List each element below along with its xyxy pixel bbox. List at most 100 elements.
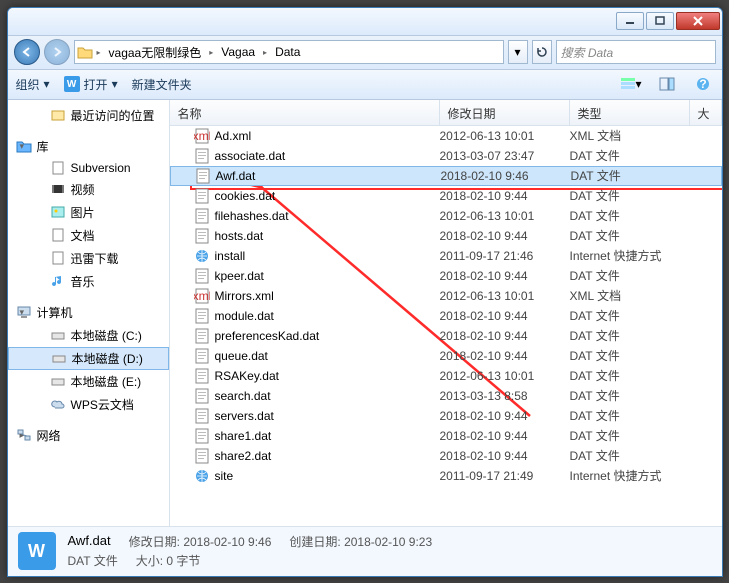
recent-icon xyxy=(50,108,66,122)
breadcrumb[interactable]: ▸ vagaa无限制绿色 ▸ Vagaa ▸ Data xyxy=(74,40,504,64)
sidebar-header-computer[interactable]: ▾计算机 xyxy=(8,301,169,324)
file-row[interactable]: hosts.dat2018-02-10 9:44DAT 文件 xyxy=(170,226,722,246)
file-type: DAT 文件 xyxy=(570,227,720,244)
drive-icon xyxy=(51,351,67,365)
sidebar-item-drive-d[interactable]: 本地磁盘 (D:) xyxy=(8,347,169,370)
file-date: 2018-02-10 9:44 xyxy=(440,189,570,203)
doc-icon xyxy=(50,228,66,242)
minimize-button[interactable] xyxy=(616,12,644,30)
sidebar-item-wps[interactable]: WPS云文档 xyxy=(8,393,169,416)
sidebar-item-drive-e[interactable]: 本地磁盘 (E:) xyxy=(8,370,169,393)
drive-icon xyxy=(50,374,66,388)
file-row[interactable]: servers.dat2018-02-10 9:44DAT 文件 xyxy=(170,406,722,426)
organize-menu[interactable]: 组织 ▾ xyxy=(16,76,50,93)
navigation-pane[interactable]: 最近访问的位置 ▾库 Subversion 视频 图片 文档 迅雷下载 音乐 ▾… xyxy=(8,100,170,526)
file-row[interactable]: share1.dat2018-02-10 9:44DAT 文件 xyxy=(170,426,722,446)
crumb-1[interactable]: Vagaa xyxy=(217,45,259,59)
doc-icon xyxy=(50,161,66,175)
help-button[interactable]: ? xyxy=(692,73,714,95)
status-size: 0 字节 xyxy=(166,554,200,568)
maximize-button[interactable] xyxy=(646,12,674,30)
sidebar-header-network[interactable]: ▸网络 xyxy=(8,424,169,447)
file-date: 2018-02-10 9:44 xyxy=(440,449,570,463)
crumb-0[interactable]: vagaa无限制绿色 xyxy=(105,44,206,61)
chevron-right-icon: ▸ xyxy=(97,48,101,57)
column-size[interactable]: 大 xyxy=(690,100,722,125)
column-date[interactable]: 修改日期 xyxy=(440,100,570,125)
file-icon xyxy=(194,448,210,464)
file-name: associate.dat xyxy=(215,149,286,163)
svg-text:xml: xml xyxy=(194,129,210,143)
file-icon xyxy=(194,328,210,344)
expand-icon[interactable]: ▾ xyxy=(20,307,25,318)
file-row[interactable]: kpeer.dat2018-02-10 9:44DAT 文件 xyxy=(170,266,722,286)
chevron-right-icon: ▸ xyxy=(263,48,267,57)
view-options-button[interactable]: ▾ xyxy=(620,73,642,95)
file-row[interactable]: RSAKey.dat2012-06-13 10:01DAT 文件 xyxy=(170,366,722,386)
close-button[interactable] xyxy=(676,12,720,30)
toolbar: 组织 ▾ W 打开 ▾ 新建文件夹 ▾ ? xyxy=(8,70,722,100)
file-icon xyxy=(194,388,210,404)
file-name: search.dat xyxy=(215,389,271,403)
expand-icon[interactable]: ▾ xyxy=(20,141,25,152)
sidebar-item-thunder[interactable]: 迅雷下载 xyxy=(8,247,169,270)
sidebar-header-library[interactable]: ▾库 xyxy=(8,135,169,158)
search-input[interactable]: 搜索 Data xyxy=(556,40,716,64)
file-row[interactable]: site2011-09-17 21:49Internet 快捷方式 xyxy=(170,466,722,486)
file-icon xyxy=(194,208,210,224)
file-date: 2018-02-10 9:46 xyxy=(441,169,571,183)
expand-icon[interactable]: ▸ xyxy=(20,430,25,441)
file-type: XML 文档 xyxy=(570,127,720,144)
forward-button[interactable] xyxy=(44,39,70,65)
open-button[interactable]: W 打开 ▾ xyxy=(64,76,118,93)
file-row[interactable]: search.dat2013-03-13 8:58DAT 文件 xyxy=(170,386,722,406)
file-row[interactable]: module.dat2018-02-10 9:44DAT 文件 xyxy=(170,306,722,326)
file-row[interactable]: install2011-09-17 21:46Internet 快捷方式 xyxy=(170,246,722,266)
sidebar-item-subversion[interactable]: Subversion xyxy=(8,158,169,178)
file-row[interactable]: share2.dat2018-02-10 9:44DAT 文件 xyxy=(170,446,722,466)
file-icon xyxy=(195,168,211,184)
sidebar-item-drive-c[interactable]: 本地磁盘 (C:) xyxy=(8,324,169,347)
file-name: Awf.dat xyxy=(216,169,256,183)
history-dropdown[interactable]: ▾ xyxy=(508,40,528,64)
file-date: 2018-02-10 9:44 xyxy=(440,309,570,323)
file-name: RSAKey.dat xyxy=(215,369,279,383)
back-button[interactable] xyxy=(14,39,40,65)
column-headers: 名称 修改日期 类型 大 xyxy=(170,100,722,126)
crumb-2[interactable]: Data xyxy=(271,45,304,59)
file-row[interactable]: preferencesKad.dat2018-02-10 9:44DAT 文件 xyxy=(170,326,722,346)
chevron-down-icon: ▾ xyxy=(44,77,50,91)
file-icon xyxy=(194,428,210,444)
titlebar xyxy=(8,8,722,36)
file-date: 2012-06-13 10:01 xyxy=(440,369,570,383)
column-name[interactable]: 名称 xyxy=(170,100,440,125)
file-icon xyxy=(194,308,210,324)
open-icon: W xyxy=(64,76,80,92)
sidebar-item-images[interactable]: 图片 xyxy=(8,201,169,224)
file-type: DAT 文件 xyxy=(570,147,720,164)
status-filename: Awf.dat xyxy=(68,533,111,550)
column-type[interactable]: 类型 xyxy=(570,100,690,125)
file-row[interactable]: xmlAd.xml2012-06-13 10:01XML 文档 xyxy=(170,126,722,146)
preview-pane-button[interactable] xyxy=(656,73,678,95)
refresh-button[interactable] xyxy=(532,40,552,64)
file-name: queue.dat xyxy=(215,349,268,363)
music-icon xyxy=(50,274,66,288)
file-type: DAT 文件 xyxy=(570,427,720,444)
sidebar-item-videos[interactable]: 视频 xyxy=(8,178,169,201)
sidebar-item-music[interactable]: 音乐 xyxy=(8,270,169,293)
new-folder-button[interactable]: 新建文件夹 xyxy=(132,76,192,93)
file-row[interactable]: queue.dat2018-02-10 9:44DAT 文件 xyxy=(170,346,722,366)
file-list[interactable]: xmlAd.xml2012-06-13 10:01XML 文档associate… xyxy=(170,126,722,526)
file-row[interactable]: filehashes.dat2012-06-13 10:01DAT 文件 xyxy=(170,206,722,226)
file-name: preferencesKad.dat xyxy=(215,329,320,343)
file-type: DAT 文件 xyxy=(570,187,720,204)
file-row[interactable]: cookies.dat2018-02-10 9:44DAT 文件 xyxy=(170,186,722,206)
status-filetype: DAT 文件 xyxy=(68,552,118,569)
file-row[interactable]: Awf.dat2018-02-10 9:46DAT 文件 xyxy=(170,166,722,186)
file-row[interactable]: xmlMirrors.xml2012-06-13 10:01XML 文档 xyxy=(170,286,722,306)
sidebar-item-recent[interactable]: 最近访问的位置 xyxy=(8,104,169,127)
sidebar-item-documents[interactable]: 文档 xyxy=(8,224,169,247)
file-row[interactable]: associate.dat2013-03-07 23:47DAT 文件 xyxy=(170,146,722,166)
svg-text:xml: xml xyxy=(194,289,210,303)
